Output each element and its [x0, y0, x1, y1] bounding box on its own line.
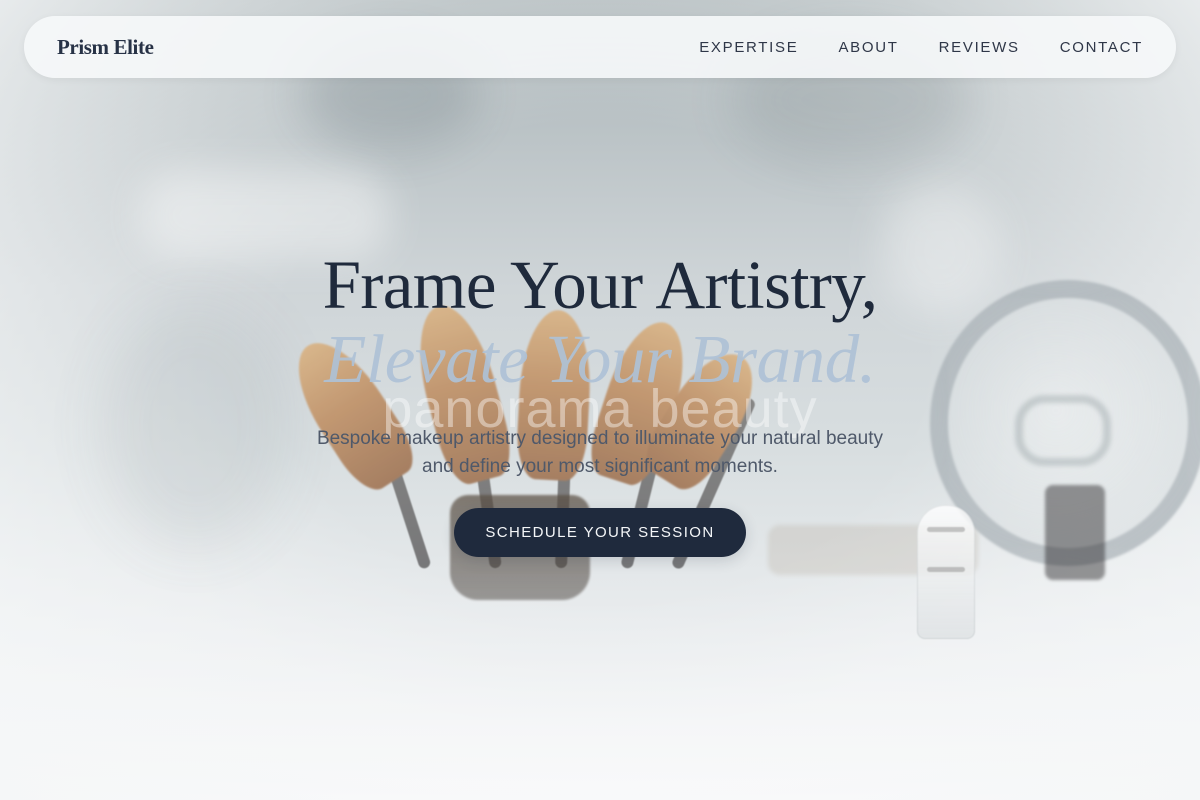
hero-subtitle-line-2: and define your most significant moments… — [422, 456, 778, 477]
hero-title-line-1: Frame Your Artistry, — [322, 247, 878, 323]
main-menu: EXPERTISE ABOUT REVIEWS CONTACT — [699, 39, 1143, 56]
schedule-session-button[interactable]: SCHEDULE YOUR SESSION — [454, 508, 746, 557]
hero-subtitle: Bespoke makeup artistry designed to illu… — [260, 425, 940, 481]
nav-link-about[interactable]: ABOUT — [838, 39, 898, 56]
hero-content: panorama beauty Frame Your Artistry, Ele… — [0, 0, 1200, 800]
hero-title-line-2: Elevate Your Brand. — [324, 321, 876, 397]
nav-link-contact[interactable]: CONTACT — [1060, 39, 1143, 56]
nav-link-expertise[interactable]: EXPERTISE — [699, 39, 798, 56]
top-navigation: Prism Elite EXPERTISE ABOUT REVIEWS CONT… — [24, 16, 1176, 78]
nav-link-reviews[interactable]: REVIEWS — [939, 39, 1020, 56]
brand-logo[interactable]: Prism Elite — [57, 35, 154, 60]
hero-subtitle-line-1: Bespoke makeup artistry designed to illu… — [316, 428, 884, 449]
